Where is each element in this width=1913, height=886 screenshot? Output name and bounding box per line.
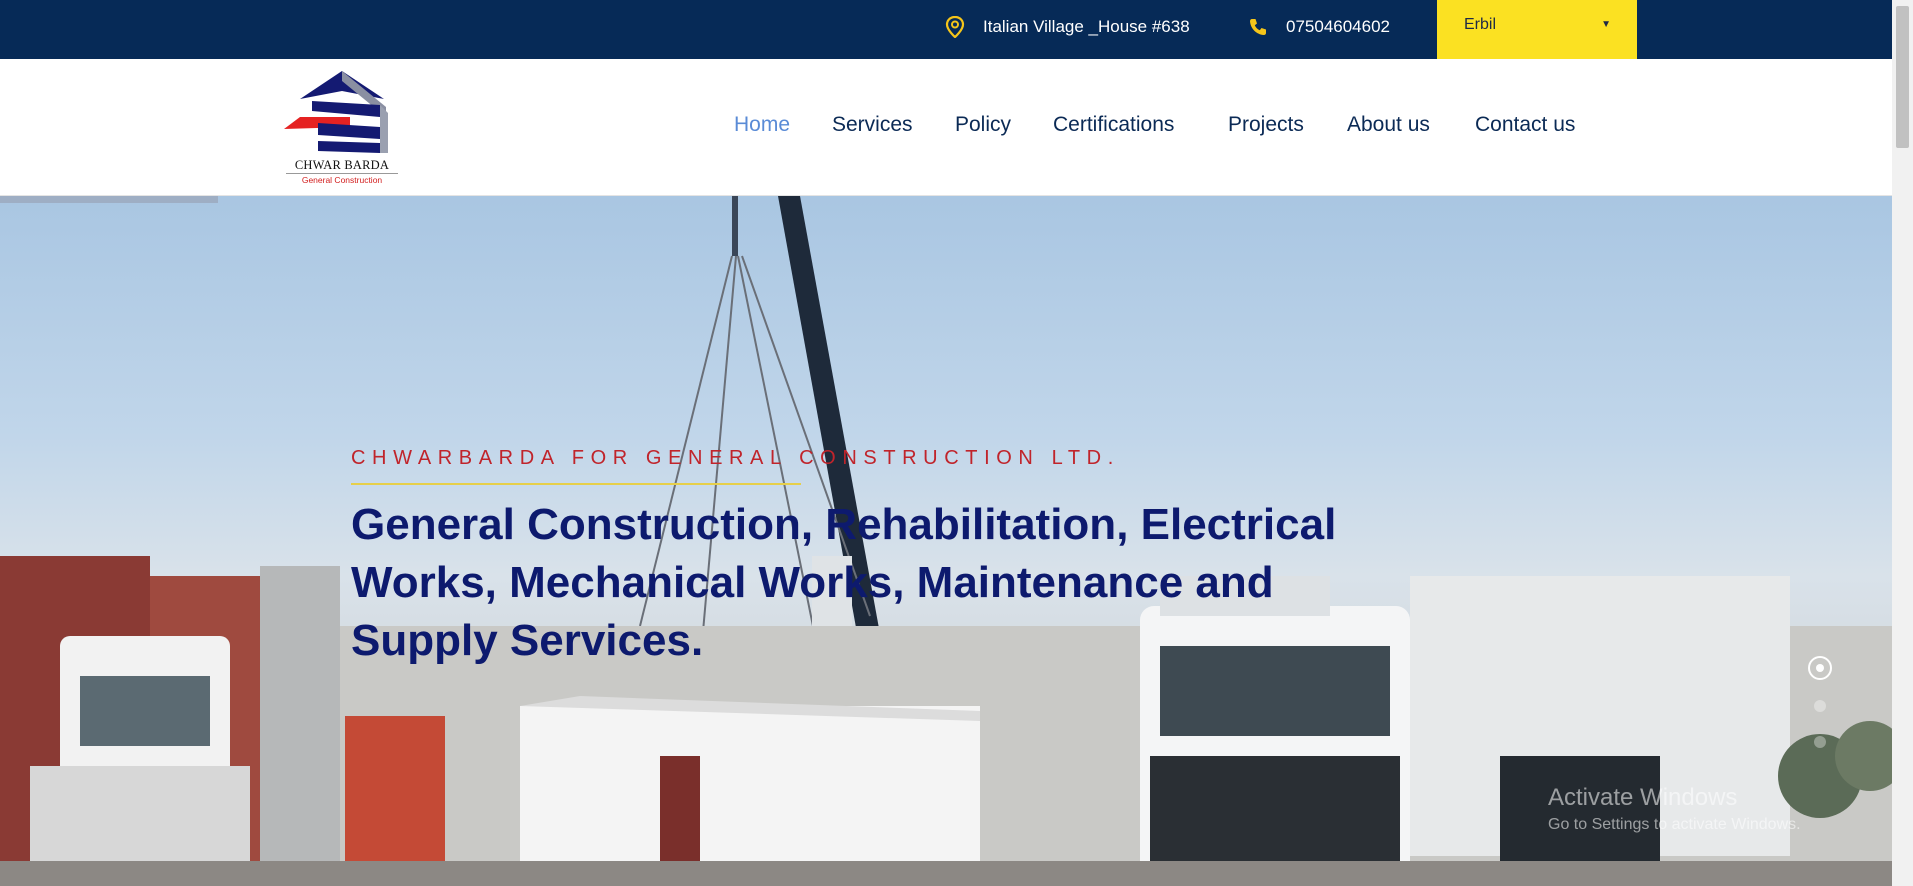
watermark-line-2: Go to Settings to activate Windows. — [1548, 816, 1801, 833]
address-info: Italian Village _House #638 — [945, 14, 1190, 40]
slider-dot-2[interactable] — [1814, 700, 1826, 712]
nav-certifications[interactable]: Certifications — [1053, 113, 1174, 137]
slider-dot-1[interactable] — [1808, 656, 1832, 680]
map-pin-icon — [945, 16, 965, 38]
page-scrollbar[interactable] — [1892, 0, 1913, 886]
nav-services[interactable]: Services — [832, 113, 913, 137]
phone-number[interactable]: 07504604602 — [1286, 17, 1390, 37]
phone-info[interactable]: 07504604602 — [1248, 14, 1390, 40]
nav-policy[interactable]: Policy — [955, 113, 1011, 137]
hero-divider — [351, 483, 801, 485]
phone-icon — [1250, 19, 1266, 35]
company-logo[interactable]: CHWAR BARDA General Construction — [278, 69, 406, 189]
hero-title: General Construction, Rehabilitation, El… — [351, 500, 1337, 665]
address-text: Italian Village _House #638 — [983, 17, 1190, 36]
os-activation-watermark: Activate Windows Go to Settings to activ… — [1548, 784, 1801, 834]
watermark-line-1: Activate Windows — [1548, 784, 1738, 811]
site-header: CHWAR BARDA General Construction Home Se… — [0, 59, 1892, 196]
top-bar: Italian Village _House #638 07504604602 … — [0, 0, 1892, 59]
hero-subtitle: CHWARBARDA FOR GENERAL CONSTRUCTION LTD. — [351, 447, 1120, 469]
logo-building-icon — [284, 71, 388, 153]
city-select[interactable]: Erbil ▼ — [1437, 0, 1637, 59]
slider-dot-3[interactable] — [1814, 736, 1826, 748]
nav-home[interactable]: Home — [734, 113, 790, 137]
brand-tagline: General Construction — [301, 175, 383, 185]
nav-about-us[interactable]: About us — [1347, 113, 1430, 137]
brand-divider — [286, 173, 398, 174]
nav-contact-us[interactable]: Contact us — [1475, 113, 1575, 137]
dropdown-arrow-icon: ▼ — [1601, 19, 1611, 30]
scrollbar-thumb[interactable] — [1896, 6, 1909, 148]
nav-projects[interactable]: Projects — [1228, 113, 1304, 137]
brand-name: CHWAR BARDA — [294, 158, 390, 172]
city-select-value: Erbil — [1464, 16, 1497, 33]
slider-progress-bar — [0, 196, 218, 203]
hero-slider: CHWARBARDA FOR GENERAL CONSTRUCTION LTD.… — [0, 196, 1892, 886]
